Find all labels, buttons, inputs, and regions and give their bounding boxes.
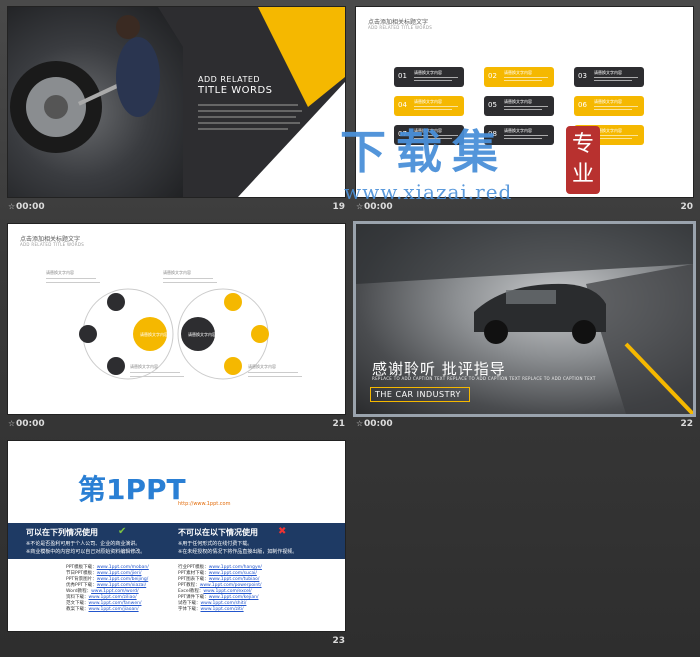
logo-url-text: http://www.1ppt.com xyxy=(178,501,231,507)
slide-thumbnail-23[interactable]: 第1PPT http://www.1ppt.com 可以在下列情况使用 ✔ 不可… xyxy=(8,441,345,631)
circle-diagram: 请替换文字内容 请替换文字内容 请替换文字内容 请替换文字内容 请替换文字内容 … xyxy=(46,269,302,380)
circle-big-1: 请替换文字内容 xyxy=(140,331,168,337)
slide-number: 20 xyxy=(680,202,693,212)
checkmark-icon: ✔ xyxy=(118,526,127,537)
car-illustration xyxy=(356,224,693,414)
slide-number: 21 xyxy=(332,419,345,429)
logo-main-text: 第1PPT xyxy=(78,473,186,506)
slide-thumbnail-21[interactable]: 点击添加相关标题文字 ADD RELATED TITLE WORDS 请替换文字… xyxy=(8,224,345,414)
slide-number: 23 xyxy=(332,636,345,646)
slide-thumbnail-22[interactable]: 感谢聆听 批评指导 REPLACE TO ADD CAPTION TEXT RE… xyxy=(356,224,693,414)
slide-timing: ☆00:00 xyxy=(356,419,393,429)
can-rule-1: ※不论是否盈利可用于个人公司、企业的商业演讲。 xyxy=(26,541,141,547)
link-row[interactable]: 字体下载：www.1ppt.com/ziti/ xyxy=(178,607,262,613)
item-pill: 03 请替换文字内容 xyxy=(574,67,644,87)
watermark-url: www.xiazai.red xyxy=(344,180,513,204)
geometric-shapes xyxy=(158,7,345,197)
slide-thumbnail-19[interactable]: ADD RELATED TITLE WORDS xyxy=(8,7,345,197)
cannot-rule-2: ※在未经授权的情况下将作品直接出版，如制作视频。 xyxy=(178,549,298,555)
cross-icon: ✖ xyxy=(278,526,287,537)
circle-big-2: 请替换文字内容 xyxy=(188,331,216,337)
item-pill: 02 请替换文字内容 xyxy=(484,67,554,87)
can-rule-2: ※商业模板中的内容均可以自己对原始资料编辑修改。 xyxy=(26,549,146,555)
transition-icon: ☆ xyxy=(8,419,16,428)
item-pill: 04 请替换文字内容 xyxy=(394,96,464,116)
slide-timing: ☆00:00 xyxy=(8,419,45,429)
transition-icon: ☆ xyxy=(356,419,364,428)
can-use-title: 可以在下列情况使用 xyxy=(26,528,98,537)
add-related-text: ADD RELATED xyxy=(198,75,261,84)
links-right: 行业PPT模板：www.1ppt.com/hangye/ PPT素材下载：www… xyxy=(178,565,262,613)
caption-text: REPLACE TO ADD CAPTION TEXT REPLACE TO A… xyxy=(372,376,596,381)
1ppt-logo: 第1PPT http://www.1ppt.com xyxy=(78,473,231,507)
title-words-text: TITLE WORDS xyxy=(198,85,273,96)
item-pill: 01 请替换文字内容 xyxy=(394,67,464,87)
watermark-text: 下载集 xyxy=(340,125,508,179)
car-industry-box: THE CAR INDUSTRY xyxy=(370,387,470,402)
slide-number: 22 xyxy=(680,419,693,429)
slide-header-sub: ADD RELATED TITLE WORDS xyxy=(368,25,433,30)
item-pill: 06 请替换文字内容 xyxy=(574,96,644,116)
slide-timing: ☆00:00 xyxy=(8,202,45,212)
label-c: 请替换文字内容 xyxy=(130,363,158,369)
placeholder-lines xyxy=(198,104,308,134)
label-d: 请替换文字内容 xyxy=(248,363,276,369)
item-pill: 05 请替换文字内容 xyxy=(484,96,554,116)
cannot-use-title: 不可以在以下情况使用 xyxy=(178,528,258,537)
cannot-rule-1: ※用于任何形式的在线付费下载。 xyxy=(178,541,253,547)
label-b: 请替换文字内容 xyxy=(163,269,191,275)
transition-icon: ☆ xyxy=(8,202,16,211)
link-row[interactable]: 教案下载：www.1ppt.com/jiaoan/ xyxy=(66,607,149,613)
watermark-seal: 专业 xyxy=(566,126,600,194)
car-photo xyxy=(356,224,693,414)
label-a: 请替换文字内容 xyxy=(46,269,74,275)
links-left: PPT模板下载：www.1ppt.com/moban/ 节日PPT模板：www.… xyxy=(66,565,149,613)
